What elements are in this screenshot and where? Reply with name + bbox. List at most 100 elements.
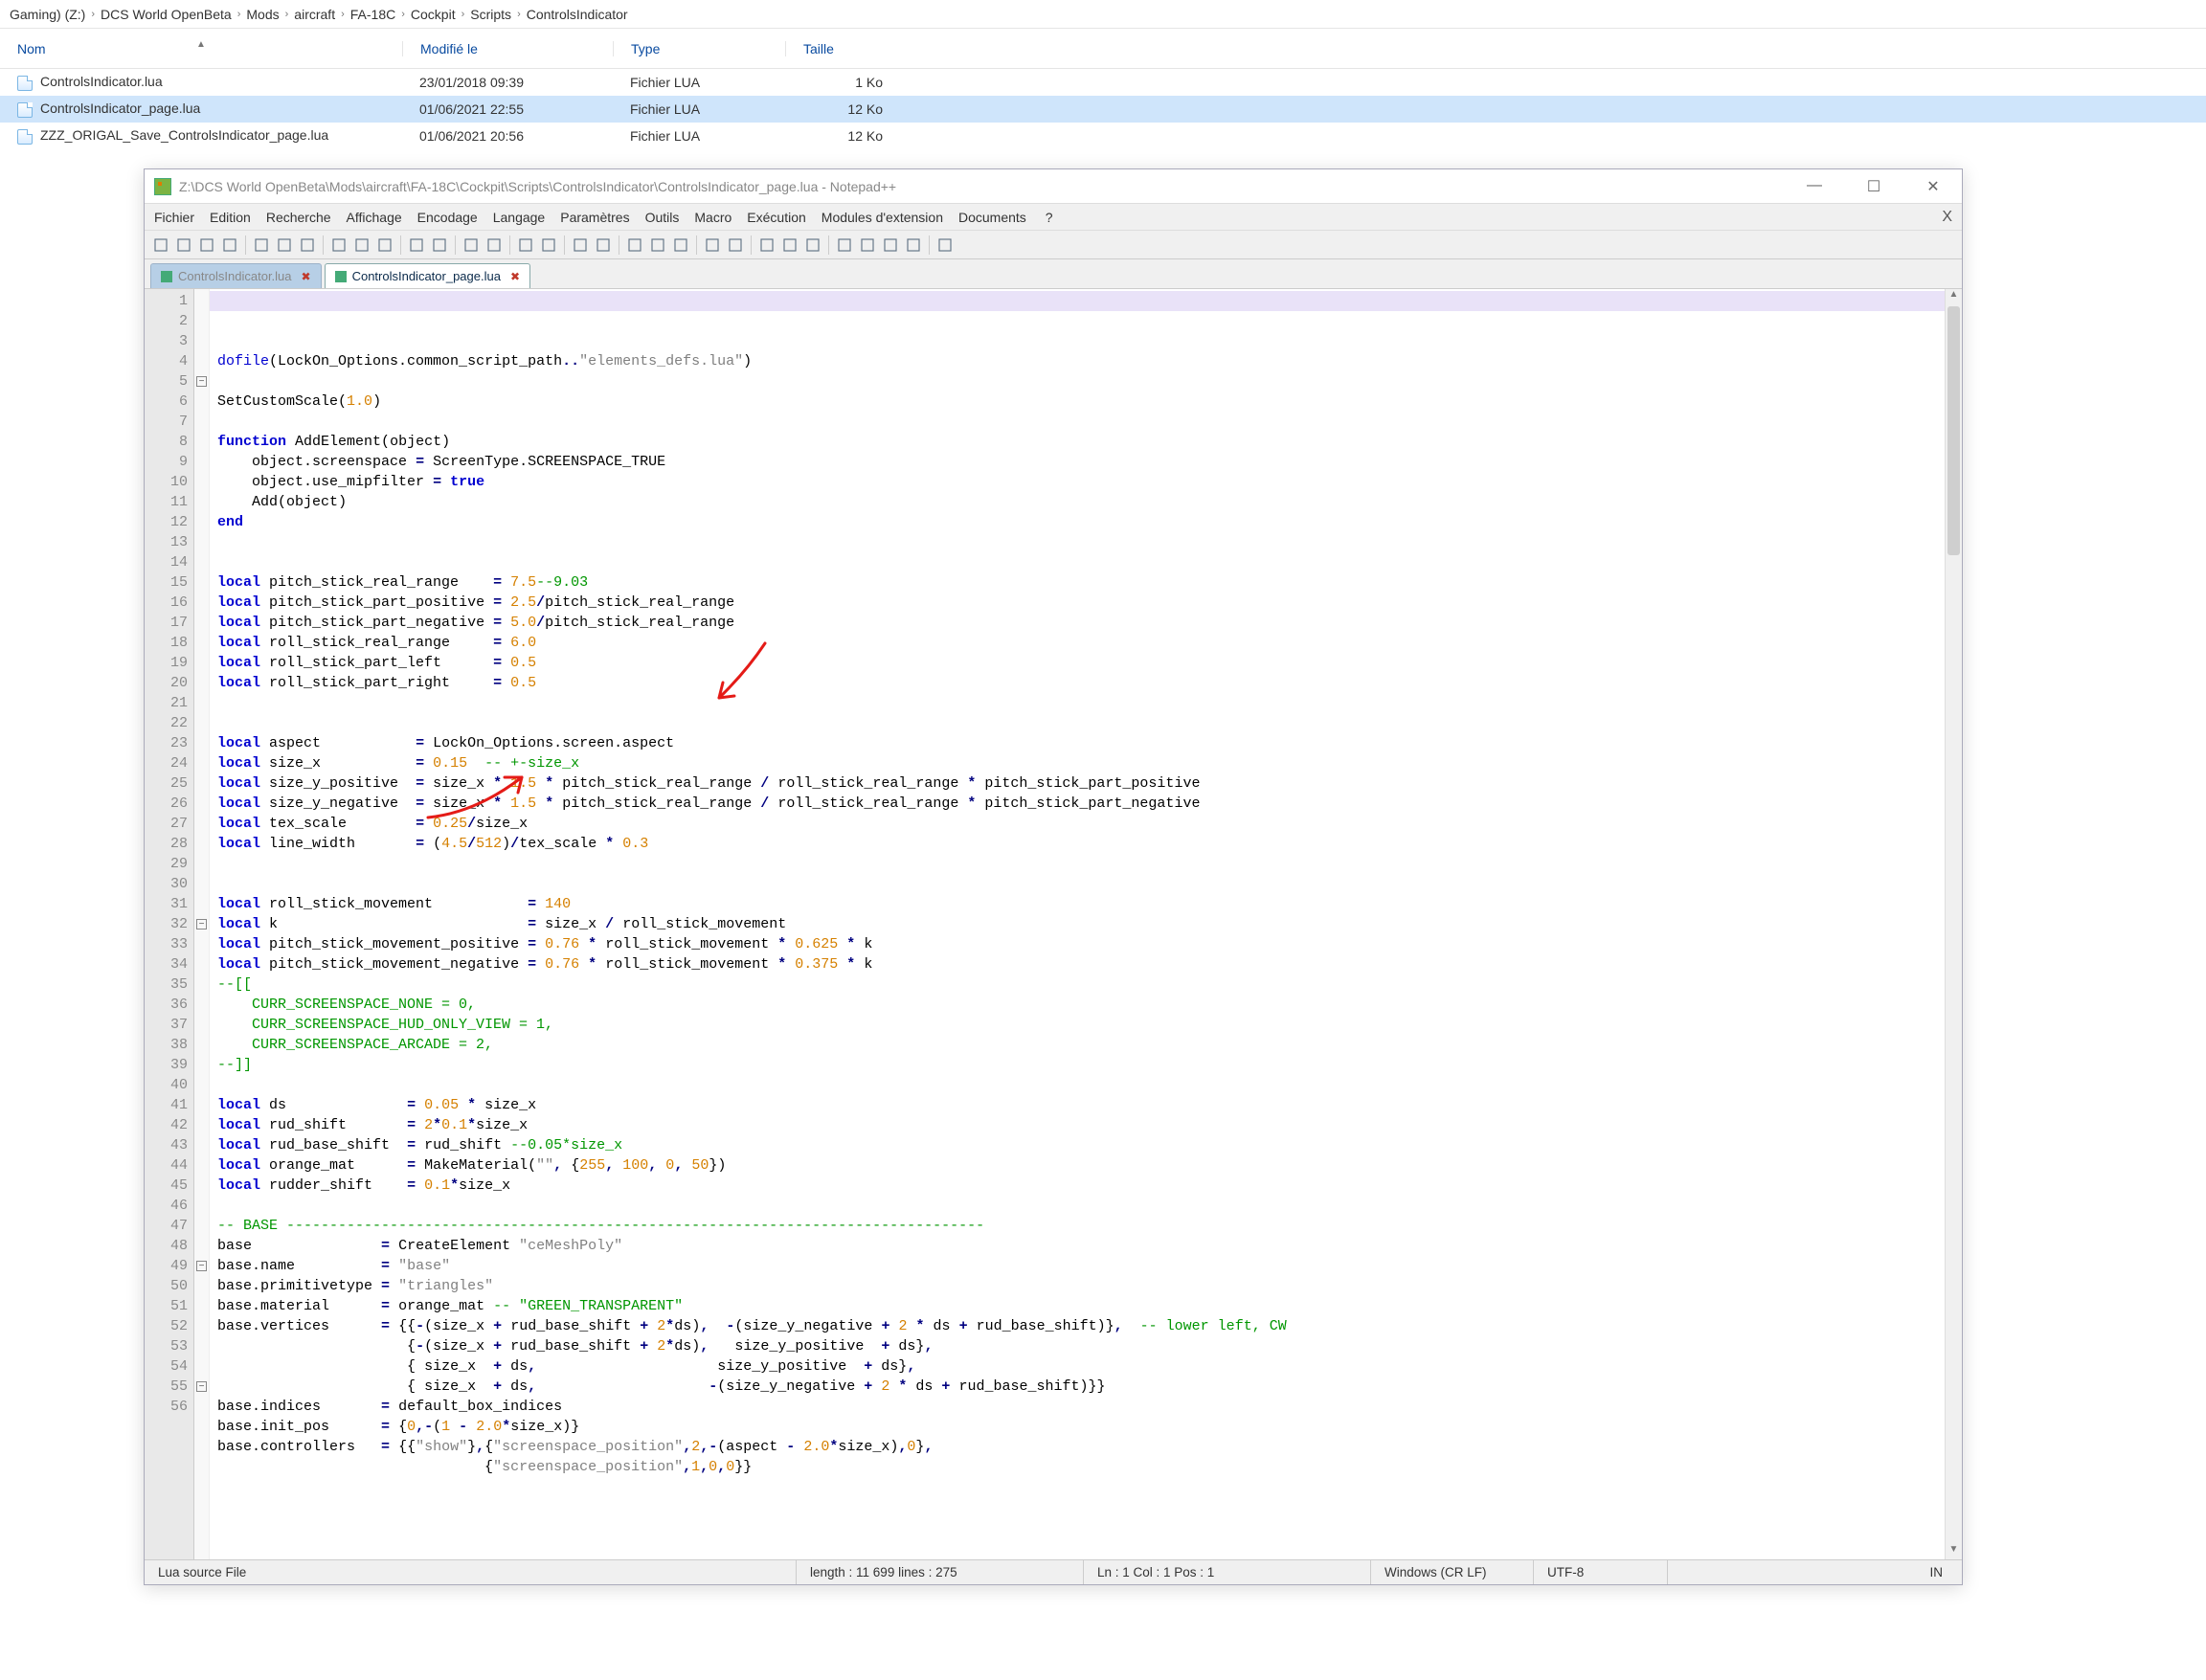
wrap-icon[interactable] (624, 235, 645, 256)
replace-icon[interactable] (484, 235, 505, 256)
zoom-out-icon[interactable] (538, 235, 559, 256)
open-icon[interactable] (173, 235, 194, 256)
paste-icon[interactable] (374, 235, 395, 256)
menu-item[interactable]: Exécution (747, 210, 805, 225)
status-encoding: UTF-8 (1533, 1560, 1667, 1584)
breadcrumb-segment[interactable]: Cockpit (411, 7, 456, 22)
minimize-button[interactable]: — (1795, 177, 1834, 196)
close-button[interactable]: ✕ (1914, 177, 1952, 196)
save-all-icon[interactable] (219, 235, 240, 256)
menu-item[interactable]: Paramètres (560, 210, 629, 225)
fold-toggle-icon[interactable]: − (196, 919, 207, 930)
close-icon[interactable] (274, 235, 295, 256)
find-icon[interactable] (461, 235, 482, 256)
titlebar[interactable]: Z:\DCS World OpenBeta\Mods\aircraft\FA-1… (145, 169, 1962, 204)
file-row[interactable]: ControlsIndicator_page.lua01/06/2021 22:… (0, 96, 2206, 123)
col-size[interactable]: Taille (785, 41, 900, 56)
play-icon[interactable] (857, 235, 878, 256)
toolbar-separator (929, 235, 930, 255)
file-size: 1 Ko (785, 75, 900, 90)
sync-v-icon[interactable] (570, 235, 591, 256)
scrollbar-thumb[interactable] (1947, 306, 1960, 555)
code-area[interactable]: dofile(LockOn_Options.common_script_path… (210, 289, 1945, 1559)
editor-tab[interactable]: ControlsIndicator_page.lua✖ (325, 263, 530, 288)
undo-icon[interactable] (406, 235, 427, 256)
menu-item[interactable]: Documents (958, 210, 1026, 225)
chevron-right-icon: › (91, 9, 95, 20)
menu-item[interactable]: Fichier (154, 210, 194, 225)
doc-map-icon[interactable] (779, 235, 800, 256)
menu-item[interactable]: Modules d'extension (822, 210, 943, 225)
fold-toggle-icon[interactable]: − (196, 376, 207, 387)
tab-close-icon[interactable]: ✖ (302, 270, 311, 283)
breadcrumb-segment[interactable]: aircraft (294, 7, 335, 22)
current-line-highlight (210, 291, 1945, 311)
sync-h-icon[interactable] (593, 235, 614, 256)
col-name-label: Nom (17, 41, 46, 56)
col-modified-label: Modifié le (420, 41, 478, 56)
zoom-in-icon[interactable] (515, 235, 536, 256)
line-number-gutter: 1234567891011121314151617181920212223242… (145, 289, 194, 1559)
stop-icon[interactable] (880, 235, 901, 256)
indent-icon[interactable] (670, 235, 691, 256)
playback-icon[interactable] (903, 235, 924, 256)
breadcrumb-segment[interactable]: Mods (246, 7, 279, 22)
menu-close-x[interactable]: X (1942, 209, 1952, 226)
all-chars-icon[interactable] (647, 235, 668, 256)
tab-close-icon[interactable]: ✖ (510, 270, 520, 283)
menu-item[interactable]: Affichage (347, 210, 402, 225)
file-name: ZZZ_ORIGAL_Save_ControlsIndicator_page.l… (0, 127, 402, 144)
chevron-right-icon: › (401, 9, 405, 20)
menu-item[interactable]: Macro (694, 210, 732, 225)
file-row[interactable]: ControlsIndicator.lua23/01/2018 09:39Fic… (0, 69, 2206, 96)
print-icon[interactable] (251, 235, 272, 256)
menu-item[interactable]: Encodage (417, 210, 478, 225)
col-name[interactable]: ▲Nom (0, 41, 402, 56)
columns-header[interactable]: ▲Nom Modifié le Type Taille (0, 29, 2206, 69)
breadcrumb-segment[interactable]: DCS World OpenBeta (101, 7, 232, 22)
menu-item[interactable]: Edition (210, 210, 251, 225)
file-icon (17, 76, 33, 91)
breadcrumb-segment[interactable]: ControlsIndicator (527, 7, 628, 22)
col-type[interactable]: Type (613, 41, 785, 56)
file-modified: 01/06/2021 22:55 (402, 101, 613, 117)
folder-tree-icon[interactable] (756, 235, 777, 256)
breadcrumb[interactable]: Gaming) (Z:) › DCS World OpenBeta › Mods… (0, 0, 2206, 29)
fold-icon[interactable] (702, 235, 723, 256)
vertical-scrollbar[interactable]: ▲ ▼ (1945, 289, 1962, 1559)
copy-icon[interactable] (351, 235, 372, 256)
breadcrumb-segment[interactable]: Scripts (470, 7, 511, 22)
menu-item[interactable]: Langage (493, 210, 546, 225)
editor: 1234567891011121314151617181920212223242… (145, 288, 1962, 1559)
chevron-right-icon: › (461, 9, 465, 20)
fold-toggle-icon[interactable]: − (196, 1261, 207, 1271)
menu-item[interactable]: ? (1046, 210, 1053, 225)
function-list-icon[interactable] (802, 235, 823, 256)
redo-icon[interactable] (429, 235, 450, 256)
breadcrumb-segment[interactable]: Gaming) (Z:) (10, 7, 85, 22)
menu-item[interactable]: Recherche (266, 210, 331, 225)
record-icon[interactable] (834, 235, 855, 256)
col-modified[interactable]: Modifié le (402, 41, 613, 56)
maximize-button[interactable]: ☐ (1855, 177, 1893, 196)
fold-toggle-icon[interactable]: − (196, 1381, 207, 1392)
new-file-icon[interactable] (150, 235, 171, 256)
window-title: Z:\DCS World OpenBeta\Mods\aircraft\FA-1… (179, 179, 1795, 194)
fold-column: − − − − (194, 289, 210, 1559)
toolbar-separator (400, 235, 401, 255)
chevron-right-icon: › (341, 9, 345, 20)
status-insert-mode: IN (1667, 1560, 1962, 1584)
unfold-icon[interactable] (725, 235, 746, 256)
scroll-down-icon[interactable]: ▼ (1946, 1544, 1962, 1559)
scroll-up-icon[interactable]: ▲ (1946, 289, 1962, 304)
editor-tab[interactable]: ControlsIndicator.lua✖ (150, 263, 322, 288)
save-icon[interactable] (196, 235, 217, 256)
close-all-icon[interactable] (297, 235, 318, 256)
toolbar-separator (828, 235, 829, 255)
show-all-icon[interactable] (934, 235, 956, 256)
file-type: Fichier LUA (613, 75, 785, 90)
breadcrumb-segment[interactable]: FA-18C (350, 7, 395, 22)
menu-item[interactable]: Outils (645, 210, 680, 225)
file-row[interactable]: ZZZ_ORIGAL_Save_ControlsIndicator_page.l… (0, 123, 2206, 149)
cut-icon[interactable] (328, 235, 349, 256)
